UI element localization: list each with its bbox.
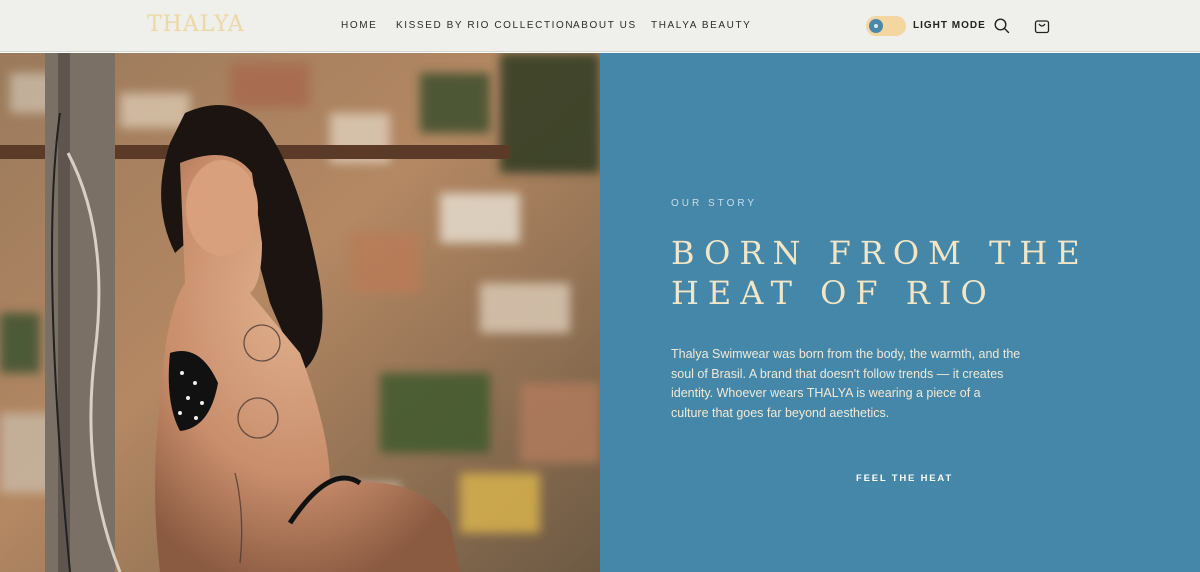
feel-the-heat-button[interactable]: FEEL THE HEAT <box>856 473 953 484</box>
section-eyebrow: OUR STORY <box>671 198 758 209</box>
headline-line-1: BORN FROM THE <box>671 234 1089 272</box>
search-icon[interactable] <box>993 17 1011 35</box>
hero-photo <box>0 53 600 572</box>
story-headline: BORN FROM THE HEAT OF RIO <box>671 233 1191 313</box>
mode-label: LIGHT MODE <box>913 20 986 31</box>
our-story-section: OUR STORY BORN FROM THE HEAT OF RIO Thal… <box>600 53 1200 572</box>
toggle-knob <box>869 19 883 33</box>
nav-about-us[interactable]: ABOUT US <box>573 20 637 31</box>
headline-line-2: HEAT OF RIO <box>671 274 996 312</box>
site-header: THALYA HOME KISSED BY RIO COLLECTION ABO… <box>0 0 1200 52</box>
story-paragraph: Thalya Swimwear was born from the body, … <box>671 347 1021 420</box>
nav-kissed-by-rio-collection[interactable]: KISSED BY RIO COLLECTION <box>396 20 574 31</box>
light-mode-toggle[interactable] <box>866 16 906 36</box>
shopping-bag-icon[interactable] <box>1033 17 1051 35</box>
hero-image <box>0 53 600 572</box>
nav-home[interactable]: HOME <box>341 20 377 31</box>
sun-icon <box>874 24 878 28</box>
brand-logo[interactable]: THALYA <box>147 12 245 37</box>
nav-thalya-beauty[interactable]: THALYA BEAUTY <box>651 20 751 31</box>
